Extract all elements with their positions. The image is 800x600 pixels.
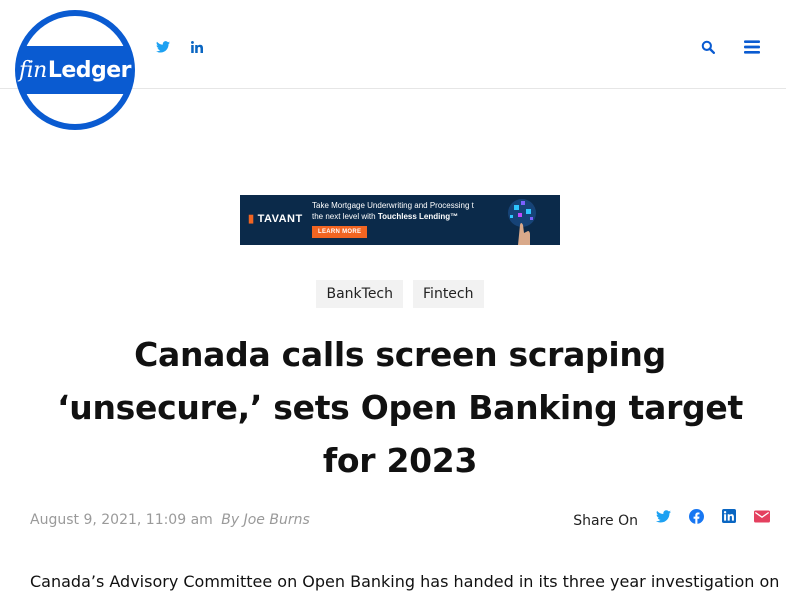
share-label: Share On	[573, 513, 638, 529]
ad-banner[interactable]: ▮ TAVANT Take Mortgage Underwriting and P…	[240, 195, 560, 245]
ad-cta-button[interactable]: LEARN MORE	[312, 226, 368, 238]
facebook-icon[interactable]	[688, 508, 704, 524]
ad-illustration-icon	[474, 195, 554, 245]
article-meta: August 9, 2021, 11:09 am By Joe Burns	[30, 512, 310, 528]
twitter-icon[interactable]	[655, 508, 671, 524]
tag-fintech[interactable]: Fintech	[413, 280, 484, 308]
logo-wordmark: fin Ledger	[18, 46, 132, 94]
header-social-links	[155, 39, 205, 55]
site-logo[interactable]: fin Ledger	[15, 10, 135, 130]
twitter-icon[interactable]	[155, 39, 171, 55]
logo-ledger-text: Ledger	[47, 57, 132, 83]
ad-brand-mark-icon: ▮	[248, 213, 255, 225]
linkedin-icon[interactable]	[189, 39, 205, 55]
menu-icon[interactable]	[744, 39, 760, 55]
ad-line-2-plain: the next level with	[312, 212, 378, 221]
linkedin-icon[interactable]	[721, 508, 737, 524]
tag-banktech[interactable]: BankTech	[316, 280, 404, 308]
search-icon[interactable]	[700, 39, 716, 55]
article-title: Canada calls screen scraping ‘unsecure,’…	[57, 335, 743, 480]
article-date: August 9, 2021, 11:09 am	[30, 512, 213, 528]
email-icon[interactable]	[754, 508, 770, 524]
logo-fin-text: fin	[18, 57, 47, 83]
share-bar: Share On	[573, 503, 770, 529]
ad-brand: ▮ TAVANT	[248, 212, 303, 225]
article-tags: BankTech Fintech	[0, 280, 800, 308]
article-author[interactable]: By Joe Burns	[221, 512, 310, 528]
logo-ring: fin Ledger	[18, 16, 132, 124]
ad-line-2-bold: Touchless Lending™	[377, 212, 459, 221]
article-lead: Canada’s Advisory Committee on Open Bank…	[30, 572, 780, 591]
header-actions	[700, 39, 760, 55]
ad-brand-text: TAVANT	[257, 213, 303, 225]
